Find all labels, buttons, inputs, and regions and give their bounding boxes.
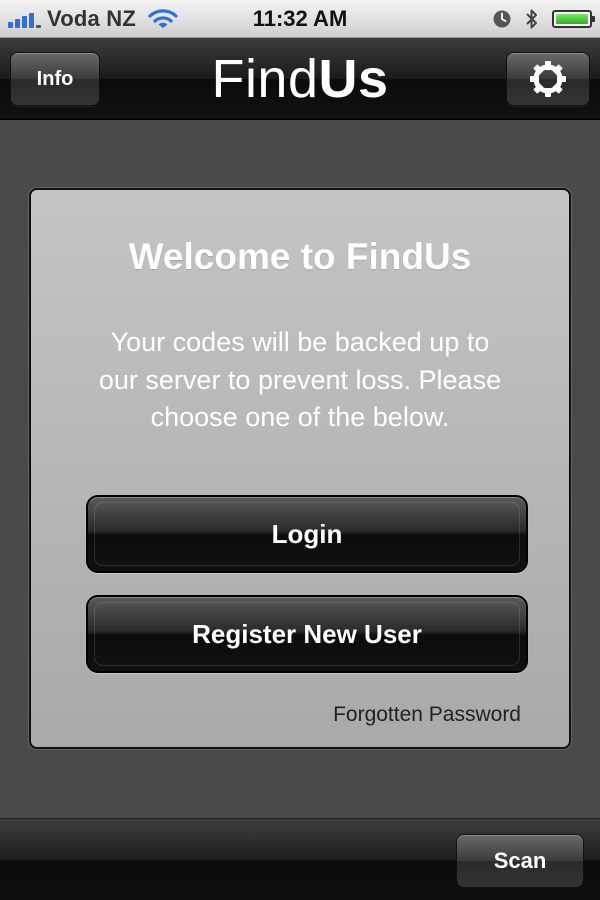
scan-button[interactable]: Scan — [456, 834, 584, 888]
status-bar: Voda NZ 11:32 AM — [0, 0, 600, 38]
settings-button[interactable] — [506, 52, 590, 106]
bottom-toolbar: Scan — [0, 818, 600, 900]
gear-icon — [530, 61, 566, 97]
battery-fill — [556, 14, 588, 24]
battery-icon — [552, 10, 595, 28]
status-right — [492, 0, 595, 38]
navigation-bar: Find Us Info — [0, 38, 600, 120]
login-button[interactable]: Login — [86, 495, 528, 573]
clock-icon — [493, 10, 511, 28]
welcome-message: Your codes will be backed up to our serv… — [98, 327, 502, 432]
brand-find: Find — [211, 49, 319, 109]
register-new-user-button[interactable]: Register New User — [86, 595, 528, 673]
info-button[interactable]: Info — [10, 52, 100, 106]
forgotten-password-link[interactable]: Forgotten Password — [333, 703, 521, 727]
welcome-panel: Welcome to FindUs Your codes will be bac… — [29, 188, 571, 749]
welcome-title: Welcome to FindUs — [128, 236, 472, 277]
brand-us: Us — [318, 49, 389, 109]
bluetooth-icon — [526, 9, 537, 29]
